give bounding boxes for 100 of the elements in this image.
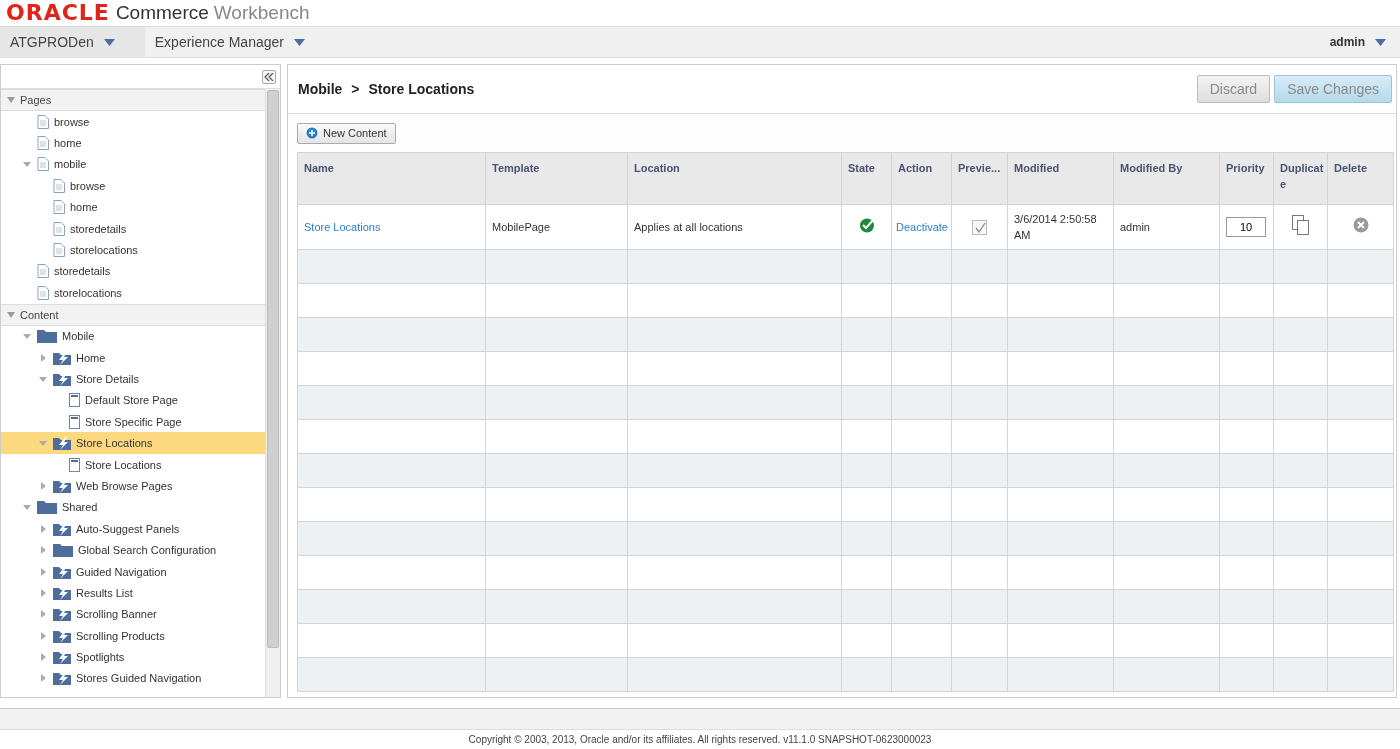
tree-item[interactable]: Store Locations <box>1 453 265 476</box>
page-icon <box>37 264 49 279</box>
expand-arrow-icon <box>39 610 47 619</box>
folder-lightning-icon <box>53 372 71 386</box>
tree-item[interactable]: Store Specific Page <box>1 411 265 433</box>
folder-icon <box>37 500 57 515</box>
expand-arrow-icon <box>39 546 47 555</box>
section-header[interactable]: Pages <box>1 89 265 111</box>
column-header[interactable]: Modified By <box>1113 152 1220 205</box>
section-header[interactable]: Content <box>1 303 265 326</box>
folder-lightning-icon <box>53 564 71 579</box>
folder-lightning-icon <box>53 350 71 365</box>
tree-item[interactable]: Home <box>1 346 265 369</box>
folder-lightning-icon <box>53 671 71 686</box>
collapse-button[interactable] <box>262 69 276 84</box>
collapse-arrow-icon <box>7 311 15 318</box>
caret-icon <box>1375 38 1386 46</box>
column-header[interactable]: State <box>841 152 892 205</box>
collapse-arrow-icon <box>39 439 47 448</box>
tree-item[interactable]: storelocations <box>1 282 265 304</box>
nav-menu[interactable]: ATGPRODen <box>0 27 145 57</box>
tree-item[interactable]: Scrolling Banner <box>1 603 265 625</box>
breadcrumb-item: Store Locations <box>368 81 475 97</box>
tree-item[interactable]: Results List <box>1 582 265 604</box>
tree-item[interactable]: Mobile <box>1 325 265 347</box>
duplicate-icon[interactable] <box>1291 215 1310 235</box>
tree-item[interactable]: Default Store Page <box>1 389 265 412</box>
name-link[interactable]: Store Locations <box>304 221 381 233</box>
tree-item[interactable]: Shared <box>1 496 265 519</box>
folder-lightning-icon <box>53 628 71 643</box>
tree-item[interactable]: home <box>1 196 265 218</box>
tree-item[interactable]: browse <box>1 111 265 133</box>
page-icon <box>53 178 65 193</box>
expand-arrow-icon <box>39 631 47 640</box>
tree-item[interactable]: storelocations <box>1 239 265 261</box>
breadcrumb-item: > <box>351 81 360 97</box>
tree-item[interactable]: home <box>1 132 265 154</box>
expand-arrow-icon <box>39 353 47 362</box>
collapse-arrow-icon <box>7 97 15 103</box>
tree-item[interactable]: browse <box>1 175 265 197</box>
collapse-arrow-icon <box>39 375 47 383</box>
tree-item[interactable]: storedetails <box>1 260 265 283</box>
column-header[interactable]: Location <box>627 152 842 205</box>
expand-arrow-icon <box>39 588 47 597</box>
folder-lightning-icon <box>53 436 71 451</box>
column-header[interactable]: Template <box>485 152 628 205</box>
column-header[interactable]: Priority <box>1219 152 1274 205</box>
delete-icon[interactable] <box>1352 217 1369 233</box>
tree-item[interactable]: Store Locations <box>1 432 265 454</box>
tree-item[interactable]: mobile <box>1 153 265 176</box>
column-header[interactable]: Action <box>891 152 952 205</box>
tree-item[interactable]: storedetails <box>1 217 265 240</box>
collapse-arrow-icon <box>23 503 31 512</box>
tree-item[interactable]: Scrolling Products <box>1 625 265 647</box>
column-header[interactable]: Previe... <box>951 152 1008 205</box>
column-header[interactable]: Modified <box>1007 152 1114 205</box>
folder-lightning-icon <box>53 478 71 493</box>
column-header[interactable]: Delete <box>1327 152 1394 205</box>
folder-lightning-icon <box>53 585 71 600</box>
caret-icon <box>293 38 305 46</box>
table-cell: MobilePage <box>485 204 628 250</box>
column-header[interactable]: Name <box>297 152 486 205</box>
tree-item[interactable]: Guided Navigation <box>1 560 265 583</box>
tree-item[interactable]: Global Search Configuration <box>1 539 265 561</box>
priority-field[interactable]: 10 <box>1226 217 1266 237</box>
breadcrumb-item: Mobile <box>298 81 343 97</box>
page-icon <box>53 221 65 236</box>
page-icon <box>53 243 65 258</box>
expand-arrow-icon <box>39 653 47 662</box>
oracle-logo: ORACLE <box>6 2 110 24</box>
preview-checkbox[interactable] <box>972 220 987 236</box>
user-menu[interactable]: admin <box>1319 27 1400 57</box>
page-icon <box>53 200 65 215</box>
double-chevron-left-icon <box>264 72 274 81</box>
new-content-button[interactable]: New Content <box>297 122 396 144</box>
expand-arrow-icon <box>39 481 47 490</box>
plus-icon <box>306 127 318 139</box>
tree-item[interactable]: Auto-Suggest Panels <box>1 518 265 540</box>
collapse-arrow-icon <box>23 160 31 169</box>
column-header[interactable]: Duplicate <box>1273 152 1328 205</box>
folder-lightning-icon <box>53 521 71 536</box>
table-cell: 3/6/2014 2:50:58 AM <box>1007 204 1114 250</box>
nav-menu[interactable]: Experience Manager <box>144 27 315 57</box>
expand-arrow-icon <box>39 567 47 576</box>
expand-arrow-icon <box>39 674 47 683</box>
page-icon <box>37 285 49 300</box>
page-icon <box>37 136 49 151</box>
scrollbar[interactable] <box>265 89 280 697</box>
table-cell: Applies at all locations <box>627 204 842 250</box>
tree-item[interactable]: Spotlights <box>1 646 265 668</box>
folder-icon <box>37 329 57 344</box>
expand-arrow-icon <box>39 524 47 533</box>
folder-lightning-icon <box>53 607 71 622</box>
product-name: Commerce <box>115 2 209 24</box>
tree-item[interactable]: Web Browse Pages <box>1 475 265 497</box>
tree-item[interactable]: Stores Guided Navigation <box>1 667 265 690</box>
folder-lightning-icon <box>53 650 71 665</box>
collapse-arrow-icon <box>23 332 31 341</box>
tree-item[interactable]: Store Details <box>1 368 265 390</box>
product-suffix: Workbench <box>213 2 310 24</box>
